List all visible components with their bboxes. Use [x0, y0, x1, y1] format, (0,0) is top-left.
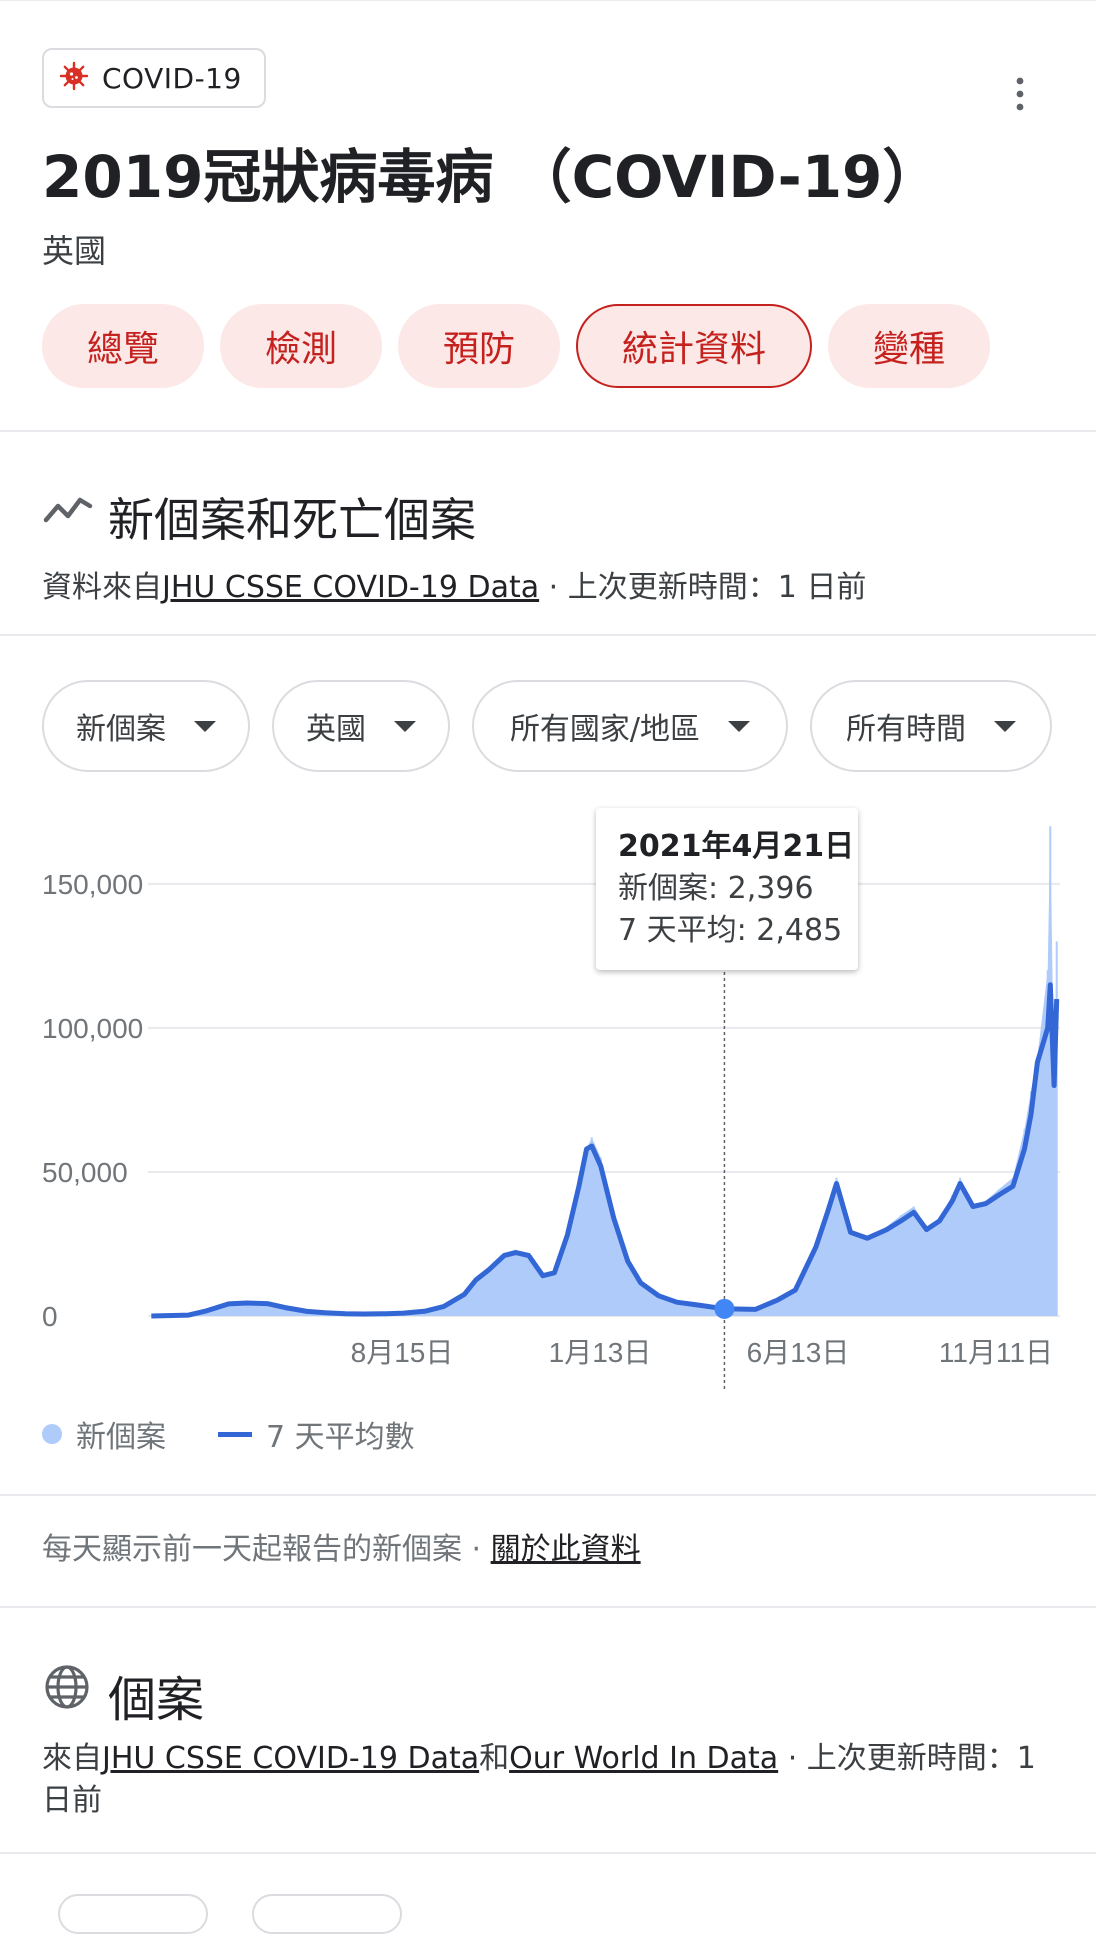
time-range-dropdown[interactable]: 所有時間 — [810, 680, 1052, 772]
about-data-link[interactable]: 關於此資料 — [491, 1532, 641, 1567]
y-tick-label: 100,000 — [42, 1013, 143, 1044]
divider — [0, 1494, 1096, 1496]
tooltip-new-cases: 新個案: 2,396 — [618, 871, 814, 906]
metric-dropdown-label: 新個案 — [76, 712, 166, 747]
dropdown-arrow-icon — [194, 720, 216, 732]
divider — [0, 634, 1096, 636]
chart-tooltip: 2021年4月21日 新個案: 2,396 7 天平均: 2,485 — [596, 808, 858, 970]
note-text: 每天顯示前一天起報告的新個案 · — [42, 1532, 491, 1567]
globe-icon — [44, 1664, 90, 1710]
country-dropdown[interactable]: 所有國家/地區 — [472, 680, 788, 772]
divider — [0, 1606, 1096, 1608]
legend-swatch-average — [218, 1431, 252, 1437]
dropdown-arrow-icon — [994, 720, 1016, 732]
legend-new-cases: 新個案 — [76, 1420, 166, 1455]
x-tick-label: 1月13日 — [549, 1337, 652, 1368]
tab-prevention[interactable]: 預防 — [398, 304, 560, 388]
tooltip-average: 7 天平均: 2,485 — [618, 913, 843, 948]
tab-overview[interactable]: 總覽 — [42, 304, 204, 388]
divider — [0, 430, 1096, 432]
location-subtitle: 英國 — [42, 232, 107, 270]
source-updated: · 上次更新時間：1 日前 — [539, 570, 867, 605]
country-dropdown-label: 所有國家/地區 — [509, 712, 701, 747]
highlight-point — [714, 1298, 735, 1319]
data-source-line: 資料來自JHU CSSE COVID-19 Data · 上次更新時間：1 日前 — [42, 562, 866, 606]
trend-line-icon — [42, 490, 94, 530]
region-dropdown[interactable]: 英國 — [272, 680, 450, 772]
x-tick-label: 6月13日 — [747, 1337, 850, 1368]
cases-chart[interactable]: 0 50,000 100,000 150,000 8月15日 1月13日 6月13日 11月… — [0, 800, 1096, 1400]
tab-statistics[interactable]: 統計資料 — [576, 304, 812, 388]
section-title: 新個案和死亡個案 — [108, 493, 476, 547]
topic-tabs: 總覽 檢測 預防 統計資料 變種 — [42, 304, 1006, 388]
covid-chip[interactable]: COVID-19 — [42, 48, 266, 108]
dropdown-arrow-icon — [394, 720, 416, 732]
jhu-source-link[interactable]: JHU CSSE COVID-19 Data — [102, 1741, 479, 1776]
top-border — [0, 0, 1096, 1]
tab-testing[interactable]: 檢測 — [220, 304, 382, 388]
filter-bar: 新個案 英國 所有國家/地區 所有時間 — [42, 680, 1074, 772]
tab-variants[interactable]: 變種 — [828, 304, 990, 388]
virus-icon — [58, 60, 90, 96]
more-vert-icon[interactable] — [1006, 76, 1034, 112]
y-tick-label: 0 — [42, 1301, 58, 1332]
time-range-dropdown-label: 所有時間 — [846, 712, 966, 747]
data-note: 每天顯示前一天起報告的新個案 · 關於此資料 — [42, 1524, 641, 1568]
x-tick-label: 11月11日 — [939, 1337, 1053, 1368]
y-tick-label: 150,000 — [42, 869, 143, 900]
dropdown-arrow-icon — [728, 720, 751, 732]
partial-chip[interactable] — [252, 1894, 402, 1934]
x-tick-label: 8月15日 — [351, 1337, 454, 1368]
owid-source-link[interactable]: Our World In Data — [509, 1741, 778, 1776]
cases-source-line: 來自JHU CSSE COVID-19 Data和Our World In Da… — [42, 1738, 1052, 1822]
page-title: 2019冠狀病毒病 （COVID-19） — [42, 143, 941, 211]
divider — [0, 1852, 1096, 1854]
partial-chip[interactable] — [58, 1894, 208, 1934]
cases-source-and: 和 — [479, 1741, 510, 1776]
region-dropdown-label: 英國 — [306, 712, 366, 747]
cases-source-prefix: 來自 — [42, 1741, 102, 1776]
cases-section-title: 個案 — [108, 1672, 205, 1728]
legend-average: 7 天平均數 — [266, 1420, 415, 1455]
legend-swatch-new-cases — [42, 1424, 62, 1444]
metric-dropdown[interactable]: 新個案 — [42, 680, 250, 772]
chip-label: COVID-19 — [102, 61, 242, 95]
chart-legend: 新個案 7 天平均數 — [42, 1412, 415, 1456]
jhu-source-link[interactable]: JHU CSSE COVID-19 Data — [162, 570, 539, 605]
y-tick-label: 50,000 — [42, 1157, 128, 1188]
source-prefix: 資料來自 — [42, 570, 162, 605]
tooltip-date: 2021年4月21日 — [618, 829, 855, 864]
